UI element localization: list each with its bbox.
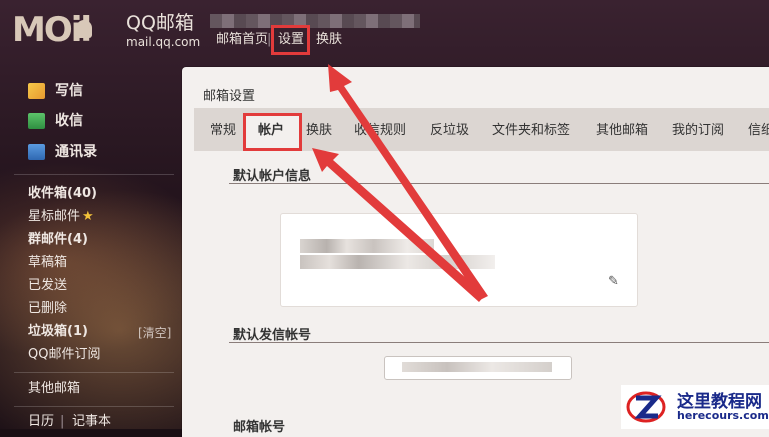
- settings-highlight-box: [271, 25, 310, 55]
- brand-domain: mail.qq.com: [126, 35, 201, 49]
- account-info-blurred: [300, 239, 434, 253]
- sidebar-calendar[interactable]: 日历: [28, 413, 54, 431]
- sidebar-item-subscriptions[interactable]: QQ邮件订阅: [28, 346, 100, 364]
- tab-receive-rules[interactable]: 收信规则: [354, 122, 406, 140]
- section-mail-account: 邮箱帐号: [233, 420, 286, 435]
- contacts-icon: [28, 144, 45, 160]
- sidebar-item-group-mail[interactable]: 群邮件(4): [28, 231, 88, 249]
- compose-icon: [28, 83, 45, 99]
- page-title: 邮箱设置: [203, 89, 256, 104]
- sidebar-item-inbox[interactable]: 收件箱(40): [28, 185, 97, 203]
- watermark-logo-icon: [626, 391, 666, 423]
- sidebar-bottom-separator: |: [60, 414, 65, 429]
- clear-spam-link[interactable]: [清空]: [138, 324, 171, 341]
- sidebar-item-starred[interactable]: 星标邮件: [28, 208, 80, 226]
- section-divider: [229, 342, 769, 343]
- sidebar-contacts[interactable]: 通讯录: [55, 143, 97, 161]
- account-tab-highlight-box: [243, 113, 302, 151]
- account-info-blurred: [300, 255, 495, 269]
- sidebar-receive[interactable]: 收信: [55, 112, 83, 130]
- sidebar-item-drafts[interactable]: 草稿箱: [28, 254, 67, 272]
- sidebar-divider: [14, 406, 174, 407]
- account-name-blurred: [210, 14, 420, 28]
- sender-account-blurred: [402, 362, 552, 372]
- edit-pencil-icon[interactable]: ✎: [608, 274, 619, 289]
- section-default-account: 默认帐户信息: [233, 169, 312, 184]
- nav-skin-link[interactable]: 换肤: [316, 31, 342, 49]
- download-icon: [28, 113, 45, 129]
- sidebar-divider: [14, 372, 174, 373]
- sidebar-item-sent[interactable]: 已发送: [28, 277, 67, 295]
- tab-stationery[interactable]: 信纸: [748, 122, 769, 140]
- nav-mail-home-link[interactable]: 邮箱首页: [216, 31, 268, 49]
- section-default-sender: 默认发信帐号: [233, 328, 312, 343]
- sidebar-item-other-mailboxes[interactable]: 其他邮箱: [28, 380, 80, 398]
- tab-folders-labels[interactable]: 文件夹和标签: [492, 122, 570, 140]
- star-icon: ★: [82, 209, 94, 224]
- sidebar-compose[interactable]: 写信: [55, 82, 83, 100]
- tab-my-subscriptions[interactable]: 我的订阅: [672, 122, 724, 140]
- brand-name: QQ邮箱: [126, 12, 194, 34]
- sidebar-item-deleted[interactable]: 已删除: [28, 300, 67, 318]
- sidebar-divider: [14, 174, 174, 175]
- section-divider: [229, 183, 769, 184]
- tab-other-mailboxes[interactable]: 其他邮箱: [596, 122, 648, 140]
- sidebar-notes[interactable]: 记事本: [72, 413, 111, 431]
- bell-icon: [76, 20, 92, 38]
- tab-anti-spam[interactable]: 反垃圾: [430, 122, 469, 140]
- sidebar-item-spam[interactable]: 垃圾箱(1): [28, 323, 88, 341]
- watermark-url: herecours.com: [677, 409, 769, 422]
- tab-general[interactable]: 常规: [210, 122, 236, 140]
- tab-skin[interactable]: 换肤: [306, 122, 332, 140]
